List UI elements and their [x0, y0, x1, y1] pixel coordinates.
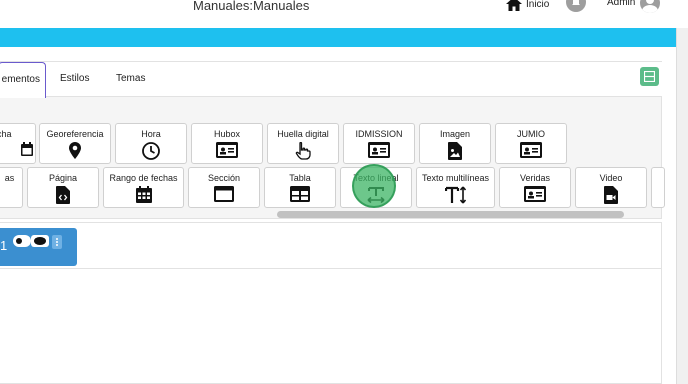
window-icon: [214, 186, 234, 202]
id-card-icon: [524, 186, 546, 202]
video-file-icon: [604, 186, 618, 204]
component-imagen[interactable]: Imagen: [419, 123, 491, 164]
component-veridas[interactable]: Veridas: [499, 167, 571, 208]
home-icon: [506, 0, 522, 11]
component-hora[interactable]: Hora: [115, 123, 187, 164]
id-card-icon: [216, 142, 238, 158]
page-title: Manuales:Manuales: [193, 0, 310, 13]
component-hubox[interactable]: Hubox: [191, 123, 263, 164]
avatar[interactable]: [640, 0, 660, 13]
clock-icon: [142, 142, 160, 160]
component-texto-multilineas[interactable]: Texto multilíneas: [416, 167, 495, 208]
block-number: 1: [0, 238, 8, 253]
component-georeferencia[interactable]: Georeferencia: [39, 123, 111, 164]
home-label: Inicio: [526, 0, 550, 10]
vertical-scrollbar[interactable]: [676, 28, 688, 384]
more-options-icon[interactable]: [52, 235, 62, 249]
code-file-icon: [56, 186, 70, 204]
divider: [0, 268, 662, 269]
component-idmission[interactable]: IDMISSION: [343, 123, 415, 164]
component-video[interactable]: Video: [575, 167, 647, 208]
component-pagina[interactable]: Página: [27, 167, 99, 208]
click-marker: [352, 164, 396, 208]
component-tabla[interactable]: Tabla: [264, 167, 336, 208]
component-seccion[interactable]: Sección: [188, 167, 260, 208]
text-height-icon: [444, 186, 466, 204]
pointer-hand-icon: [295, 142, 311, 160]
bell-icon[interactable]: [566, 0, 586, 12]
user-name[interactable]: Admin: [607, 0, 635, 8]
id-card-icon: [520, 142, 542, 158]
component-jumio[interactable]: JUMIO: [495, 123, 567, 164]
components-panel: ementos Estilos Temas cha Georeferencia …: [0, 61, 665, 219]
tab-themes[interactable]: Temas: [116, 62, 145, 97]
table-icon: [290, 186, 310, 202]
component-huella-digital[interactable]: Huella digital: [267, 123, 339, 164]
block-header[interactable]: 1: [0, 228, 77, 266]
layout-toggle-button[interactable]: [640, 67, 659, 86]
layout-icon: [644, 71, 655, 82]
home-link[interactable]: Inicio: [506, 0, 549, 11]
image-file-icon: [448, 142, 462, 160]
component-fecha[interactable]: cha: [0, 123, 36, 164]
component-overflow[interactable]: [651, 167, 665, 208]
tab-bar: ementos Estilos Temas: [0, 62, 662, 98]
component-rango-de-fechas[interactable]: Rango de fechas: [103, 167, 184, 208]
top-bar: Manuales:Manuales Inicio Admin: [0, 0, 688, 28]
tab-elements[interactable]: ementos: [0, 62, 46, 98]
form-canvas: [0, 222, 662, 384]
toggle-icon[interactable]: [13, 235, 31, 247]
id-card-icon: [368, 142, 390, 158]
map-pin-icon: [69, 142, 81, 159]
component-listas[interactable]: as: [0, 167, 23, 208]
accent-band: [0, 28, 676, 47]
tab-styles[interactable]: Estilos: [60, 62, 89, 97]
eye-icon[interactable]: [31, 235, 49, 247]
calendar-grid-icon: [135, 186, 152, 203]
calendar-icon: [21, 142, 33, 156]
scrollbar-thumb[interactable]: [277, 211, 624, 218]
